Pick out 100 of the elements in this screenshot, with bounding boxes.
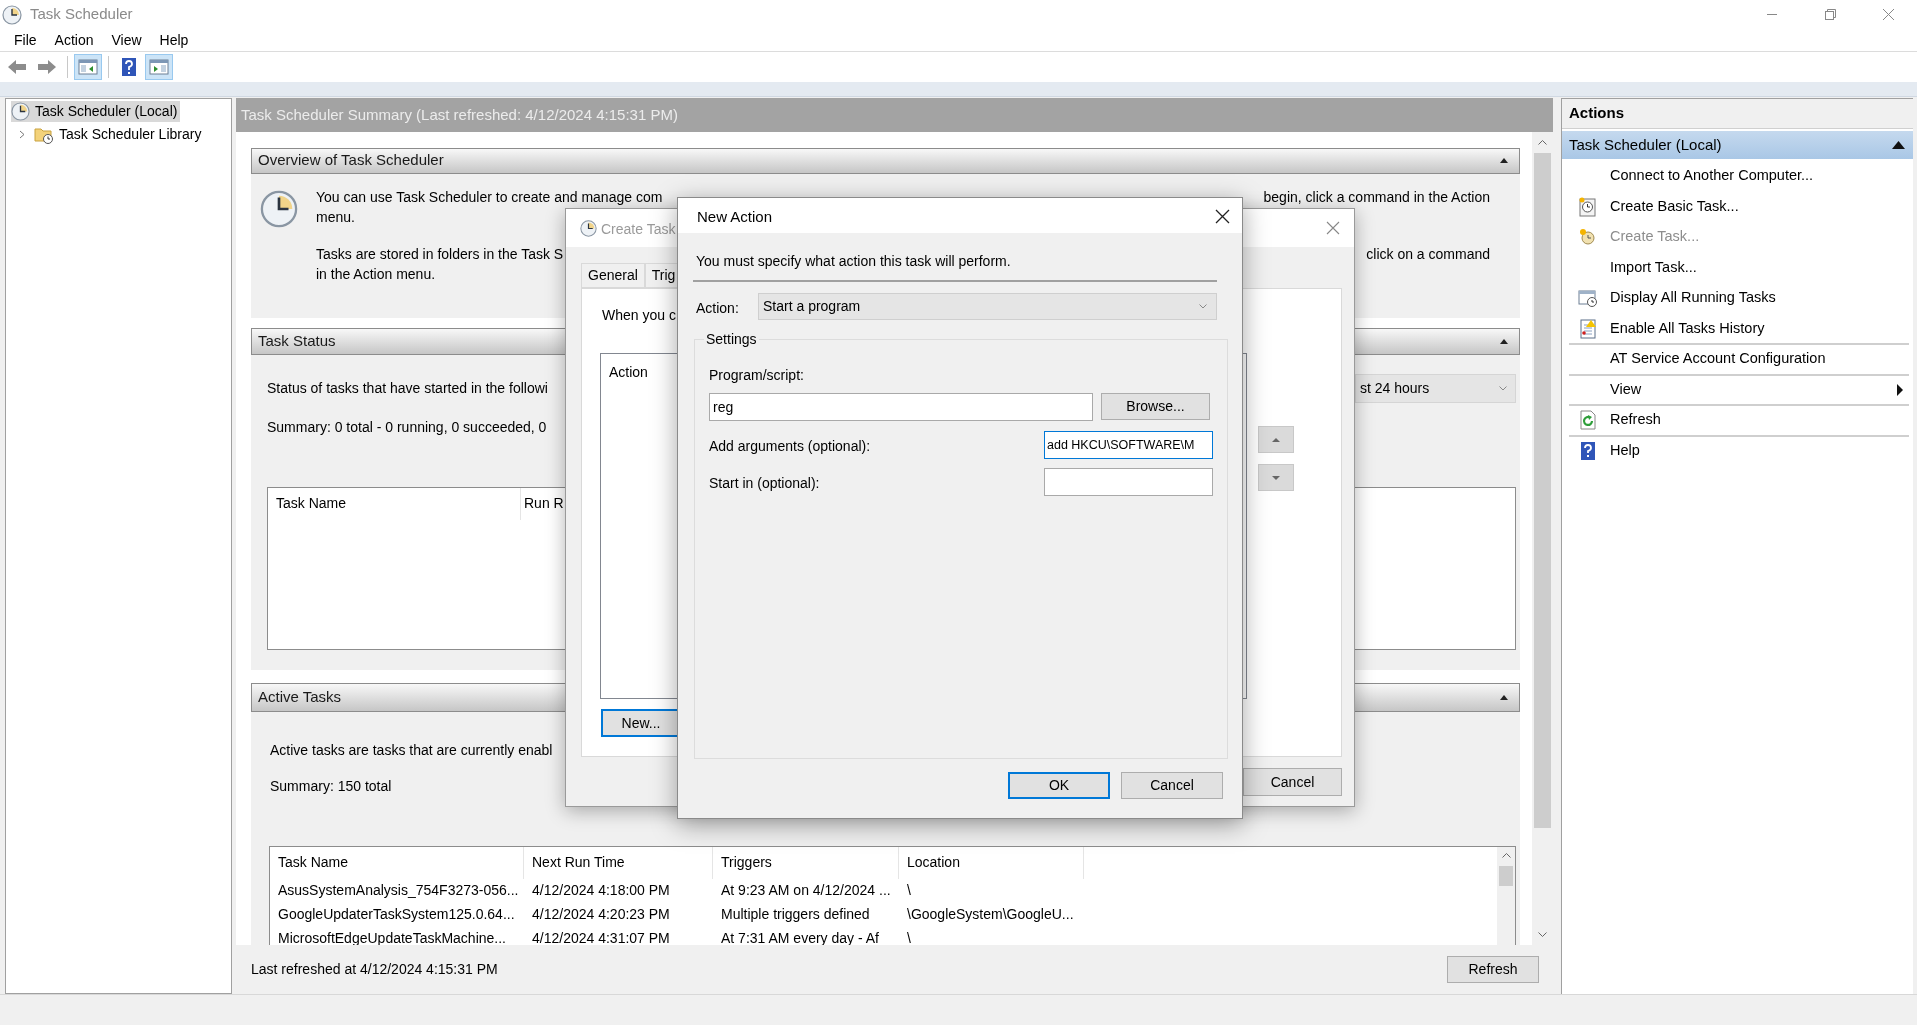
action-item[interactable]: View [1569, 375, 1909, 406]
column-header[interactable]: Triggers [721, 852, 772, 874]
chevron-down-icon [1199, 304, 1207, 309]
table-cell-text: GoogleUpdaterTaskSystem125.0.64... [278, 905, 515, 925]
column-header[interactable]: Run R [524, 493, 564, 515]
section-title: Task Status [258, 330, 336, 351]
table-cell-text: \ [907, 881, 911, 901]
action-item[interactable]: Import Task... [1569, 253, 1909, 284]
overview-text: click on a command [1366, 245, 1490, 265]
collapse-icon[interactable] [1892, 141, 1905, 149]
tree-item-label: Task Scheduler Library [59, 125, 202, 144]
action-label: Create Basic Task... [1610, 196, 1739, 216]
scrollbar-thumb[interactable] [1534, 152, 1551, 828]
action-label: Connect to Another Computer... [1610, 166, 1814, 186]
clock-page-icon [1578, 196, 1598, 217]
column-header[interactable]: Location [907, 852, 960, 874]
column-header[interactable]: Next Run Time [532, 852, 625, 874]
refresh-icon [1578, 410, 1598, 431]
status-description: Status of tasks that have started in the followi [267, 378, 548, 398]
active-description: Active tasks are tasks that are currently enabl [270, 741, 553, 761]
action-item[interactable]: Help [1569, 436, 1909, 467]
help-icon [1578, 440, 1598, 461]
minimize-icon [1767, 14, 1777, 15]
ok-button[interactable]: OK [1008, 772, 1110, 799]
window-clock-icon [1578, 288, 1598, 309]
column-header[interactable]: Task Name [278, 852, 349, 874]
dropdown-value: Start a program [763, 297, 861, 316]
overview-text: Tasks are stored in folders in the Task S [316, 245, 564, 265]
tree-item[interactable]: Task Scheduler Library [34, 124, 205, 145]
action-item[interactable]: AT Service Account Configuration [1569, 345, 1909, 376]
intro-text: When you c [602, 306, 676, 325]
input-field[interactable]: add HKCU\SOFTWARE\M [1044, 431, 1213, 459]
overview-text: begin, click a command in the Action [1263, 188, 1490, 208]
console-tree-icon[interactable] [74, 54, 102, 80]
menu-item[interactable]: View [102, 30, 151, 50]
dialog-title: New Action [697, 207, 773, 227]
period-value: st 24 hours [1360, 378, 1430, 398]
group-label: Task Scheduler (Local) [1569, 134, 1722, 155]
close-icon [1882, 9, 1894, 20]
group-header[interactable]: Task Scheduler (Local) [1562, 131, 1913, 159]
app-icon [2, 4, 22, 25]
window-title: Task Scheduler [30, 4, 133, 25]
instruction-text: You must specify what action this task will perform. [696, 252, 1011, 271]
action-label: Enable All Tasks History [1610, 318, 1765, 338]
collapse-icon[interactable] [1500, 338, 1508, 344]
collapse-icon[interactable] [1500, 158, 1508, 164]
browse-button[interactable]: Browse... [1101, 393, 1210, 420]
column-header[interactable]: Action [609, 362, 648, 383]
action-label: Import Task... [1610, 257, 1697, 277]
tree-item-label: Task Scheduler (Local) [35, 102, 178, 121]
section-header[interactable]: Overview of Task Scheduler [251, 147, 1520, 174]
action-pane-icon[interactable] [145, 54, 173, 80]
pane-title: Actions [1569, 103, 1624, 124]
action-item[interactable]: Enable All Tasks History [1569, 314, 1909, 345]
table-cell-text: \ [907, 929, 911, 945]
field-label: Start in (optional): [709, 474, 820, 493]
scrollbar-thumb[interactable] [1499, 865, 1513, 886]
chevron-down-icon [1499, 385, 1507, 391]
table-cell-text: AsusSystemAnalysis_754F3273-056... [278, 881, 519, 901]
table-cell-text: \GoogleSystem\GoogleU... [907, 905, 1074, 925]
collapse-icon[interactable] [1500, 694, 1508, 700]
cancel-button[interactable]: Cancel [1121, 772, 1223, 799]
scroll-up-icon[interactable] [1538, 139, 1547, 145]
overview-text: menu. [316, 208, 355, 228]
restore-icon [1824, 9, 1836, 20]
down-arrow-icon [1272, 475, 1280, 480]
clock-star-icon [1578, 227, 1598, 248]
dialog-title: Create Task [601, 220, 676, 239]
action-item[interactable]: Display All Running Tasks [1569, 284, 1909, 315]
clock-icon [11, 102, 30, 121]
scroll-up-icon[interactable] [1501, 852, 1511, 858]
section-title: Active Tasks [258, 686, 342, 707]
action-item[interactable]: Create Basic Task... [1569, 192, 1909, 223]
cancel-button[interactable]: Cancel [1243, 768, 1342, 796]
field-label: Program/script: [709, 366, 804, 385]
action-item[interactable]: Connect to Another Computer... [1569, 162, 1909, 193]
action-label: Help [1610, 440, 1640, 460]
menu-item[interactable]: Action [45, 30, 103, 50]
action-label: Create Task... [1610, 227, 1700, 247]
table-cell-text: 4/12/2024 4:18:00 PM [532, 881, 670, 901]
input-field[interactable] [1044, 468, 1213, 496]
action-item[interactable]: Refresh [1569, 406, 1909, 437]
input-field[interactable]: reg [709, 393, 1093, 421]
action-label: Display All Running Tasks [1610, 288, 1776, 308]
menu-item[interactable]: Help [150, 30, 198, 50]
period-dropdown[interactable]: st 24 hours [1355, 373, 1516, 403]
up-arrow-icon [1272, 437, 1280, 442]
close-button[interactable] [1215, 208, 1231, 224]
action-label: View [1610, 379, 1642, 399]
refresh-button[interactable]: Refresh [1447, 955, 1539, 983]
active-summary: Summary: 150 total [270, 777, 392, 797]
overview-text: You can use Task Scheduler to create and manage com [316, 188, 663, 208]
tree-item[interactable]: Task Scheduler (Local) [11, 101, 181, 122]
scroll-down-icon[interactable] [1538, 931, 1547, 937]
menu-item[interactable]: File [5, 30, 46, 50]
expand-icon[interactable] [19, 130, 25, 139]
tab[interactable]: General [581, 263, 645, 288]
notebook-warning-icon [1578, 318, 1598, 339]
action-dropdown[interactable]: Start a program [758, 293, 1217, 320]
column-header[interactable]: Task Name [276, 493, 347, 515]
